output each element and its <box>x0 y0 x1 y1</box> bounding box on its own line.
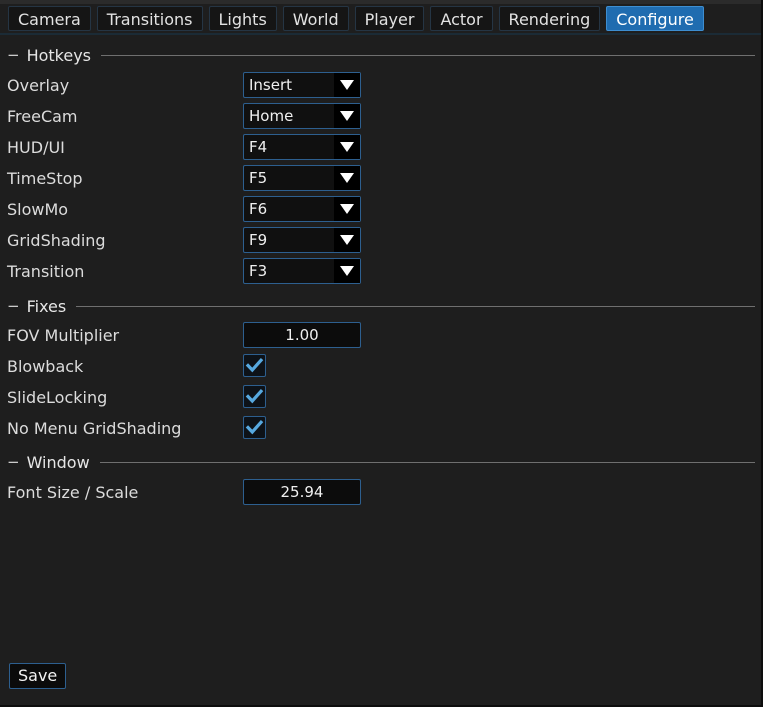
checkbox-no-menu-gridshading[interactable] <box>243 416 266 439</box>
row-blowback: Blowback <box>0 351 761 382</box>
chevron-down-icon[interactable] <box>334 259 360 283</box>
chevron-down-icon[interactable] <box>334 104 360 128</box>
checkbox-blowback[interactable] <box>243 354 266 377</box>
tab-lights[interactable]: Lights <box>208 6 277 31</box>
section-rule <box>99 461 755 463</box>
section-rule <box>76 305 755 307</box>
dropdown-hotkey-slowmo[interactable]: F6 <box>243 196 361 222</box>
dropdown-value-hud-ui: F4 <box>249 138 268 156</box>
section-header-window[interactable]: − Window <box>7 452 755 472</box>
section-title-window: Window <box>26 452 90 472</box>
dropdown-hotkey-hud-ui[interactable]: F4 <box>243 134 361 160</box>
row-hotkey-hud-ui: HUD/UI F4 <box>0 132 761 163</box>
row-hotkey-gridshading: GridShading F9 <box>0 225 761 256</box>
minus-icon: − <box>7 45 20 64</box>
chevron-down-icon[interactable] <box>334 166 360 190</box>
tab-camera[interactable]: Camera <box>8 6 91 31</box>
minus-icon: − <box>7 296 20 315</box>
label-no-menu-gridshading: No Menu GridShading <box>7 419 182 438</box>
tab-bar: Camera Transitions Lights World Player A… <box>0 6 761 36</box>
row-font-size-scale: Font Size / Scale 25.94 <box>0 477 761 508</box>
dropdown-hotkey-transition[interactable]: F3 <box>243 258 361 284</box>
dropdown-value-overlay: Insert <box>249 76 293 94</box>
value-fov-multiplier: 1.00 <box>285 326 319 344</box>
chevron-down-icon[interactable] <box>334 73 360 97</box>
tab-world[interactable]: World <box>282 6 349 31</box>
label-transition: Transition <box>7 262 85 281</box>
minus-icon: − <box>7 452 20 471</box>
label-hud-ui: HUD/UI <box>7 138 65 157</box>
section-rule <box>101 54 755 56</box>
chevron-down-icon[interactable] <box>334 228 360 252</box>
dropdown-value-freecam: Home <box>249 107 294 125</box>
check-icon <box>245 419 264 435</box>
input-font-size-scale[interactable]: 25.94 <box>243 479 361 505</box>
label-slowmo: SlowMo <box>7 200 69 219</box>
tab-transitions[interactable]: Transitions <box>96 6 203 31</box>
row-hotkey-timestop: TimeStop F5 <box>0 163 761 194</box>
chevron-down-icon[interactable] <box>334 135 360 159</box>
row-hotkey-slowmo: SlowMo F6 <box>0 194 761 225</box>
row-no-menu-gridshading: No Menu GridShading <box>0 413 761 444</box>
row-hotkey-freecam: FreeCam Home <box>0 101 761 132</box>
section-title-fixes: Fixes <box>26 296 67 316</box>
section-header-hotkeys[interactable]: − Hotkeys <box>7 45 755 65</box>
tab-configure[interactable]: Configure <box>606 6 704 31</box>
label-gridshading: GridShading <box>7 231 106 250</box>
value-font-size-scale: 25.94 <box>280 483 324 501</box>
row-fov-multiplier: FOV Multiplier 1.00 <box>0 320 761 351</box>
tab-player[interactable]: Player <box>354 6 425 31</box>
dropdown-value-slowmo: F6 <box>249 200 268 218</box>
label-timestop: TimeStop <box>7 169 83 188</box>
row-hotkey-transition: Transition F3 <box>0 256 761 287</box>
dropdown-value-timestop: F5 <box>249 169 268 187</box>
label-slidelocking: SlideLocking <box>7 388 108 407</box>
label-overlay: Overlay <box>7 76 70 95</box>
tab-bar-underline <box>0 33 761 35</box>
dropdown-hotkey-gridshading[interactable]: F9 <box>243 227 361 253</box>
label-fov-multiplier: FOV Multiplier <box>7 326 120 345</box>
window-top-strip <box>0 0 761 4</box>
section-header-fixes[interactable]: − Fixes <box>7 296 755 316</box>
check-icon <box>245 388 264 404</box>
label-blowback: Blowback <box>7 357 84 376</box>
section-title-hotkeys: Hotkeys <box>26 45 92 65</box>
input-fov-multiplier[interactable]: 1.00 <box>243 322 361 348</box>
dropdown-hotkey-timestop[interactable]: F5 <box>243 165 361 191</box>
configure-window: Camera Transitions Lights World Player A… <box>0 0 763 707</box>
row-slidelocking: SlideLocking <box>0 382 761 413</box>
dropdown-hotkey-freecam[interactable]: Home <box>243 103 361 129</box>
dropdown-value-gridshading: F9 <box>249 231 268 249</box>
dropdown-value-transition: F3 <box>249 262 268 280</box>
label-freecam: FreeCam <box>7 107 78 126</box>
chevron-down-icon[interactable] <box>334 197 360 221</box>
row-hotkey-overlay: Overlay Insert <box>0 70 761 101</box>
tab-rendering[interactable]: Rendering <box>498 6 601 31</box>
label-font-size-scale: Font Size / Scale <box>7 483 139 502</box>
check-icon <box>245 357 264 373</box>
save-button[interactable]: Save <box>9 663 67 689</box>
tab-actor[interactable]: Actor <box>430 6 493 31</box>
checkbox-slidelocking[interactable] <box>243 385 266 408</box>
dropdown-hotkey-overlay[interactable]: Insert <box>243 72 361 98</box>
